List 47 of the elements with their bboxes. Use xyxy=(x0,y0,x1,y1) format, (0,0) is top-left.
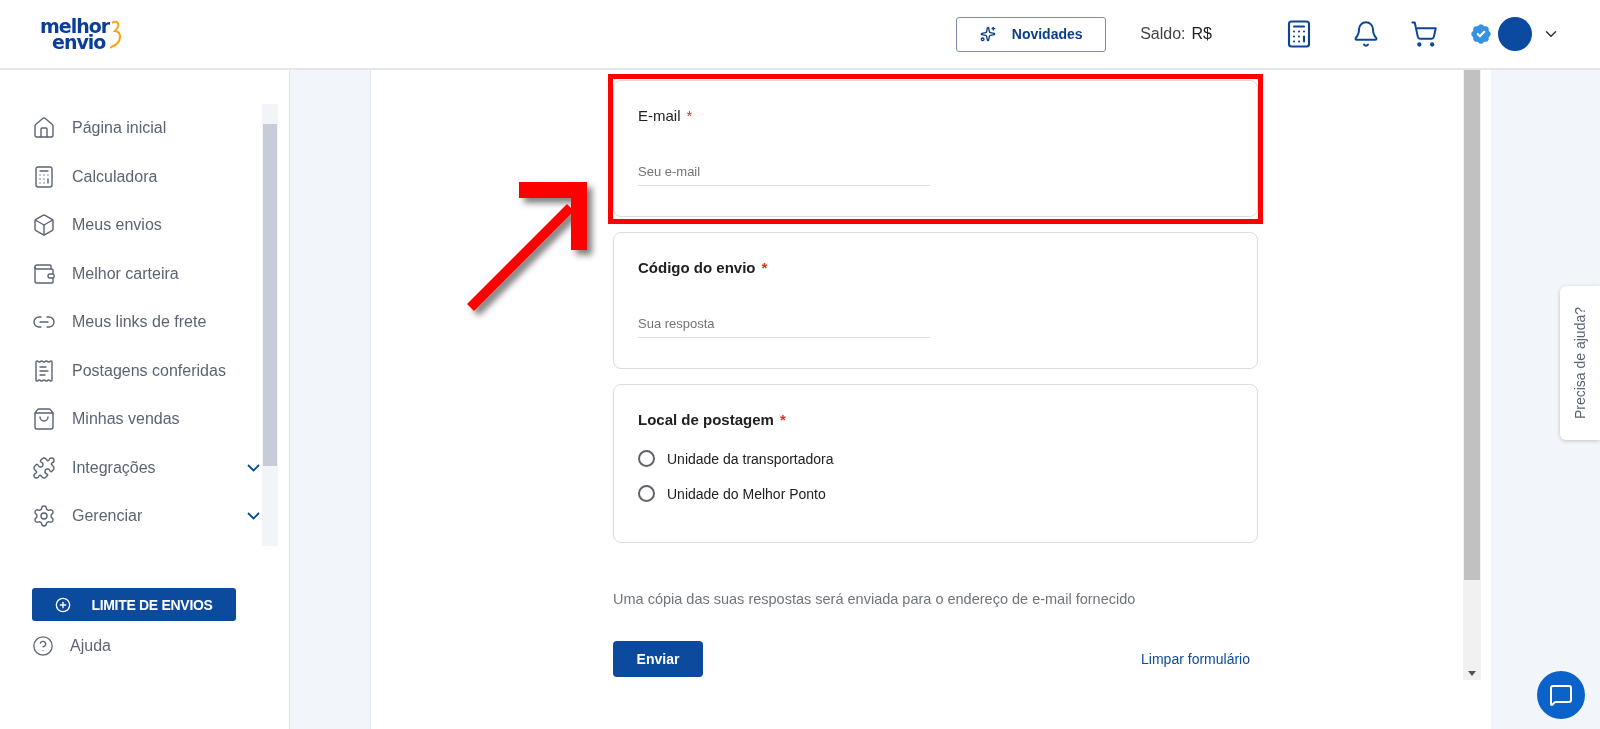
balance-label: Saldo: xyxy=(1140,25,1186,43)
radio-option[interactable]: Unidade do Melhor Ponto xyxy=(638,485,1233,502)
chat-icon xyxy=(1549,683,1573,707)
question-label: Local de postagem * xyxy=(638,411,787,428)
sidebar-item[interactable]: Calculadora xyxy=(32,152,260,201)
radio-option[interactable]: Unidade da transportadora xyxy=(638,450,1233,467)
chevron-down-icon[interactable] xyxy=(247,463,260,472)
scrollbar[interactable] xyxy=(262,104,278,546)
sidebar-item[interactable]: Meus envios xyxy=(32,201,260,250)
sidebar-item-icon xyxy=(32,358,56,383)
sidebar-item[interactable]: Melhor carteira xyxy=(32,249,260,298)
sidebar-item[interactable]: Página inicial xyxy=(32,104,260,153)
cart-icon[interactable] xyxy=(1410,20,1438,48)
help-tab[interactable]: Precisa de ajuda? xyxy=(1560,286,1600,440)
avatar[interactable] xyxy=(1498,17,1532,51)
sidebar-item[interactable]: Meus links de frete xyxy=(32,298,260,347)
help-link[interactable]: Ajuda xyxy=(32,631,289,661)
logo[interactable]: melhor envio xyxy=(40,17,124,51)
sidebar-item-icon xyxy=(32,261,56,286)
note-text: Uma cópia das suas respostas será enviada para o endereço de e-mail fornecido xyxy=(613,591,1137,607)
bell-icon[interactable] xyxy=(1352,20,1380,48)
question-label: Código do envio * xyxy=(638,259,769,276)
sidebar-item[interactable]: Gerenciar xyxy=(32,492,260,541)
sidebar-item-icon xyxy=(32,407,56,432)
news-button[interactable]: Novidades xyxy=(956,16,1107,52)
sidebar-item-icon xyxy=(32,164,56,189)
chat-button[interactable] xyxy=(1537,671,1585,719)
thumb-logo-icon xyxy=(109,19,124,49)
chevron-down-icon[interactable] xyxy=(247,512,260,521)
sidebar-item-icon xyxy=(32,455,56,480)
sidebar-item-icon xyxy=(32,116,56,141)
sparkles-icon xyxy=(979,26,996,42)
clear-form-link[interactable]: Limpar formulário xyxy=(1141,651,1250,667)
verified-icon xyxy=(1468,21,1494,47)
sidebar-item[interactable]: Minhas vendas xyxy=(32,395,260,444)
scroll-down-icon[interactable] xyxy=(1468,671,1476,676)
help-icon xyxy=(32,635,54,657)
sidebar-item[interactable]: Integrações xyxy=(32,443,260,492)
plus-circle-icon xyxy=(55,596,72,613)
balance-value: R$ xyxy=(1191,25,1212,43)
submit-button[interactable]: Enviar xyxy=(613,641,703,677)
scrollbar[interactable] xyxy=(1463,70,1481,680)
sidebar-item-icon xyxy=(32,213,56,238)
sidebar-item[interactable]: Postagens conferidas xyxy=(32,346,260,395)
limit-button[interactable]: LIMITE DE ENVIOS xyxy=(32,588,236,621)
sidebar-item-icon xyxy=(32,504,56,529)
question-label: E-mail * xyxy=(638,107,694,124)
